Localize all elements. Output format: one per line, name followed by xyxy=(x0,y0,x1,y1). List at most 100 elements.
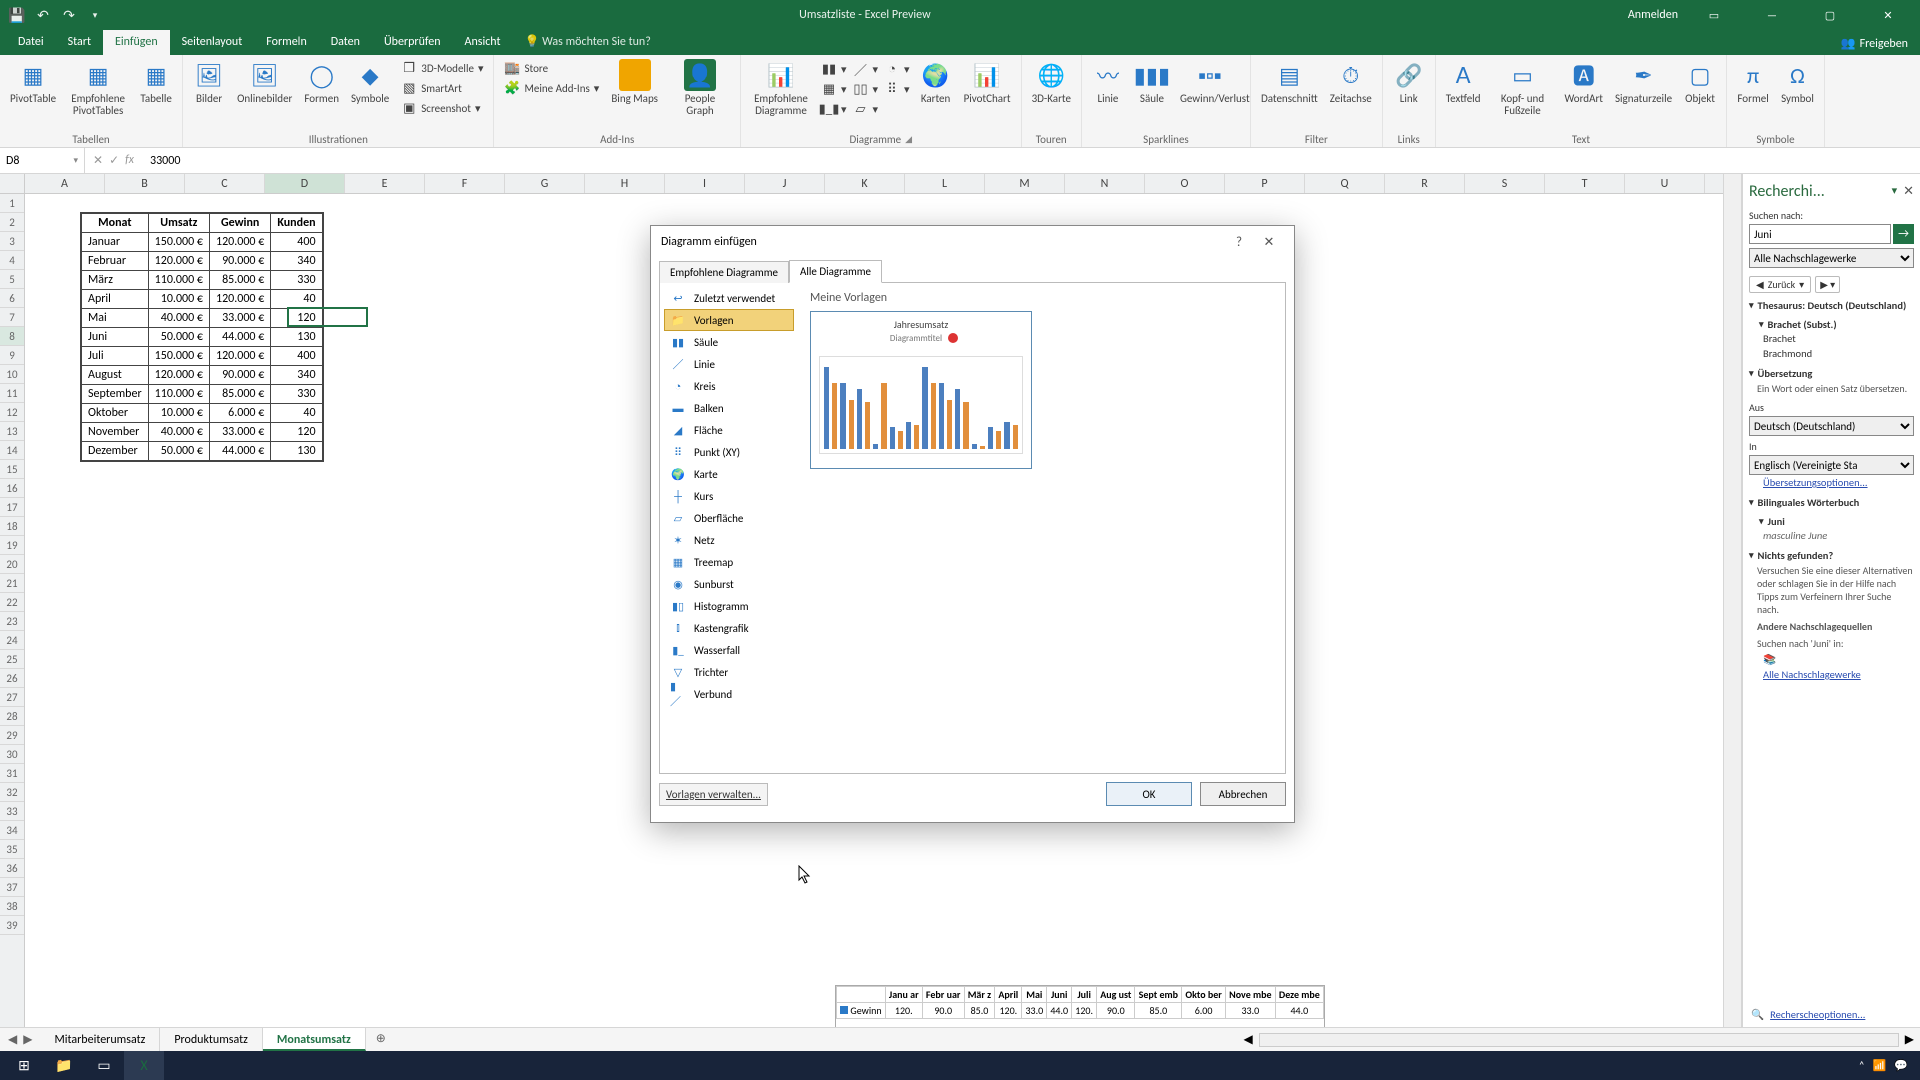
sparkline-winloss-button[interactable]: ▪▫▪Gewinn/Verlust xyxy=(1176,57,1244,107)
tab-file[interactable]: Datei xyxy=(6,30,56,55)
row-header[interactable]: 36 xyxy=(0,859,24,878)
3d-models-button[interactable]: ❒3D-Modelle ▾ xyxy=(397,59,487,77)
tray-chevron-icon[interactable]: ˄ xyxy=(1859,1059,1865,1072)
people-graph-button[interactable]: 👤People Graph xyxy=(666,57,734,119)
bilingual-section[interactable]: ▾Bilinguales Wörterbuch xyxy=(1749,496,1914,509)
sheet-tab[interactable]: Produktumsatz xyxy=(160,1028,263,1051)
row-header[interactable]: 7 xyxy=(0,308,24,327)
start-button[interactable]: ⊞ xyxy=(4,1051,44,1080)
column-header[interactable]: P xyxy=(1225,174,1305,193)
statistic-chart-dropdown[interactable]: ▯▯▾ xyxy=(851,79,881,99)
table-cell[interactable]: 400 xyxy=(271,347,322,366)
3d-map-button[interactable]: 🌐3D-Karte xyxy=(1028,57,1075,107)
column-header[interactable]: H xyxy=(585,174,665,193)
column-header[interactable]: K xyxy=(825,174,905,193)
table-cell[interactable]: 90.000 € xyxy=(209,366,270,385)
sheet-tab-active[interactable]: Monatsumsatz xyxy=(263,1028,366,1051)
row-header[interactable]: 22 xyxy=(0,593,24,612)
table-cell[interactable]: 150.000 € xyxy=(148,347,209,366)
thesaurus-item[interactable]: Brachmond xyxy=(1749,346,1914,361)
thesaurus-item[interactable]: Brachet xyxy=(1749,331,1914,346)
row-header[interactable]: 11 xyxy=(0,384,24,403)
row-header[interactable]: 16 xyxy=(0,479,24,498)
pivotchart-button[interactable]: 📊PivotChart xyxy=(960,57,1015,107)
sheet-nav-prev-icon[interactable]: ◀ xyxy=(8,1032,17,1047)
table-cell[interactable]: September xyxy=(82,385,149,404)
qat-customize-icon[interactable]: ▾ xyxy=(86,6,104,24)
chart-type-waterfall[interactable]: ▮_Wasserfall xyxy=(664,639,794,661)
table-cell[interactable]: 40 xyxy=(271,404,322,423)
slicer-button[interactable]: ▤Datenschnitt xyxy=(1257,57,1322,107)
table-cell[interactable]: 340 xyxy=(271,252,322,271)
sheet-nav-next-icon[interactable]: ▶ xyxy=(23,1032,32,1047)
not-found-section[interactable]: ▾Nichts gefunden? xyxy=(1749,549,1914,562)
surface-chart-dropdown[interactable]: ▱▾ xyxy=(851,99,881,119)
row-header[interactable]: 13 xyxy=(0,422,24,441)
row-header[interactable]: 1 xyxy=(0,194,24,213)
bilingual-entry-header[interactable]: ▾Juni xyxy=(1749,515,1914,528)
table-cell[interactable]: 120.000 € xyxy=(209,290,270,309)
table-cell[interactable]: 90.000 € xyxy=(209,252,270,271)
table-cell[interactable]: Februar xyxy=(82,252,149,271)
pie-chart-dropdown[interactable]: ◔▾ xyxy=(882,59,912,79)
row-header[interactable]: 27 xyxy=(0,688,24,707)
row-header[interactable]: 38 xyxy=(0,897,24,916)
row-header[interactable]: 28 xyxy=(0,707,24,726)
column-header[interactable]: G xyxy=(505,174,585,193)
table-cell[interactable]: 33.000 € xyxy=(209,423,270,442)
enter-formula-icon[interactable]: ✓ xyxy=(109,153,119,168)
table-cell[interactable]: 400 xyxy=(271,233,322,252)
file-explorer-button[interactable]: 📁 xyxy=(44,1051,84,1080)
table-cell[interactable]: 40 xyxy=(271,290,322,309)
column-header[interactable]: T xyxy=(1545,174,1625,193)
waterfall-chart-dropdown[interactable]: ▮_▮▾ xyxy=(819,99,849,119)
table-cell[interactable]: 40.000 € xyxy=(148,423,209,442)
row-header[interactable]: 14 xyxy=(0,441,24,460)
bing-maps-button[interactable]: ▶Bing Maps xyxy=(607,57,662,107)
table-cell[interactable]: August xyxy=(82,366,149,385)
row-header[interactable]: 39 xyxy=(0,916,24,935)
research-search-input[interactable] xyxy=(1749,224,1891,244)
excel-taskbar-button[interactable]: X xyxy=(124,1051,164,1080)
tell-me-search[interactable]: 💡 Was möchten Sie tun? xyxy=(513,29,663,55)
tab-home[interactable]: Start xyxy=(56,30,103,55)
add-sheet-button[interactable]: ⊕ xyxy=(366,1028,396,1051)
row-header[interactable]: 10 xyxy=(0,365,24,384)
table-cell[interactable]: 85.000 € xyxy=(209,271,270,290)
column-header[interactable]: A xyxy=(25,174,105,193)
dialog-tab-recommended[interactable]: Empfohlene Diagramme xyxy=(659,261,789,283)
icons-button[interactable]: ◆Symbole xyxy=(347,57,393,107)
research-options-link[interactable]: Recherscheoptionen... xyxy=(1770,1008,1865,1021)
table-cell[interactable]: 85.000 € xyxy=(209,385,270,404)
sheet-tab[interactable]: Mitarbeiterumsatz xyxy=(40,1028,160,1051)
dialog-tab-all[interactable]: Alle Diagramme xyxy=(789,260,882,283)
table-cell[interactable]: 110.000 € xyxy=(148,385,209,404)
thesaurus-section[interactable]: ▾Thesaurus: Deutsch (Deutschland) xyxy=(1749,299,1914,312)
ok-button[interactable]: OK xyxy=(1106,782,1192,806)
chart-type-templates[interactable]: 📁Vorlagen xyxy=(664,309,794,331)
ribbon-display-options-icon[interactable]: ▭ xyxy=(1692,0,1736,30)
tab-page-layout[interactable]: Seitenlayout xyxy=(170,30,255,55)
row-header[interactable]: 17 xyxy=(0,498,24,517)
tab-data[interactable]: Daten xyxy=(319,30,372,55)
chart-type-column[interactable]: ▮▮Säule xyxy=(664,331,794,353)
from-language-select[interactable]: Deutsch (Deutschland) xyxy=(1749,416,1914,436)
table-button[interactable]: ▦Tabelle xyxy=(136,57,176,107)
all-sources-link[interactable]: Alle Nachschlagewerke xyxy=(1749,667,1914,682)
maps-button[interactable]: 🌍Karten xyxy=(916,57,956,107)
minimize-icon[interactable]: — xyxy=(1750,0,1794,30)
column-header[interactable]: C xyxy=(185,174,265,193)
charts-dialog-launcher-icon[interactable]: ◢ xyxy=(905,134,912,145)
chart-type-sunburst[interactable]: ◉Sunburst xyxy=(664,573,794,595)
thesaurus-entry-header[interactable]: ▾Brachet (Subst.) xyxy=(1749,318,1914,331)
chart-type-radar[interactable]: ✶Netz xyxy=(664,529,794,551)
row-header[interactable]: 5 xyxy=(0,270,24,289)
table-cell[interactable]: Juli xyxy=(82,347,149,366)
sign-in-link[interactable]: Anmelden xyxy=(1628,8,1678,22)
header-footer-button[interactable]: ▭Kopf- und Fußzeile xyxy=(1488,57,1556,119)
symbol-button[interactable]: ΩSymbol xyxy=(1777,57,1818,107)
fx-icon[interactable]: fx xyxy=(125,153,134,168)
table-cell[interactable]: 130 xyxy=(271,442,322,461)
vertical-scrollbar[interactable] xyxy=(1723,174,1741,1027)
screenshot-button[interactable]: ▣Screenshot ▾ xyxy=(397,99,487,117)
